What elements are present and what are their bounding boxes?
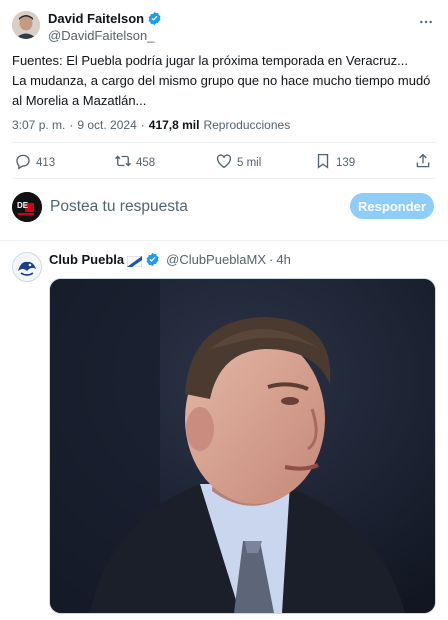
bookmark-button[interactable]: 139	[314, 152, 355, 173]
author-avatar[interactable]	[12, 11, 40, 39]
club-avatar[interactable]	[12, 252, 42, 282]
club-name[interactable]: Club Puebla	[49, 252, 124, 267]
bookmark-count: 139	[336, 156, 356, 169]
reply-input[interactable]: Postea tu respuesta	[50, 198, 330, 216]
tweet-time[interactable]: 3:07 p. m.	[12, 118, 65, 132]
retweet-button[interactable]: 458	[114, 152, 155, 173]
meta-separator: ·	[269, 252, 274, 267]
author-name[interactable]: David Faitelson	[48, 11, 144, 26]
tweet-meta: 3:07 p. m. · 9 oct. 2024 · 417,8 mil Rep…	[12, 118, 290, 132]
verified-badge-icon	[145, 252, 160, 267]
user-avatar[interactable]: DE	[12, 192, 42, 222]
tweet-media-gif[interactable]	[49, 278, 436, 614]
tweet-age[interactable]: 4h	[276, 252, 290, 267]
divider	[12, 178, 436, 179]
divider	[0, 240, 448, 241]
club-handle[interactable]: @ClubPueblaMX	[166, 252, 266, 267]
svg-text:DE: DE	[17, 201, 29, 210]
author-handle[interactable]: @DavidFaitelson_	[48, 28, 154, 43]
flag-icon	[126, 254, 143, 268]
tweet-text: Fuentes: El Puebla podría jugar la próxi…	[12, 53, 431, 108]
reply-count: 413	[36, 156, 56, 169]
meta-separator: ·	[140, 118, 145, 132]
share-icon	[414, 152, 432, 173]
like-count: 5 mil	[237, 156, 262, 169]
more-options-icon[interactable]	[418, 14, 434, 30]
reply-button[interactable]: 413	[14, 152, 55, 173]
retweet-count: 458	[136, 156, 156, 169]
bookmark-icon	[314, 152, 332, 173]
views-label: Reproducciones	[203, 118, 291, 132]
like-button[interactable]: 5 mil	[215, 152, 261, 173]
reply-icon	[14, 152, 32, 173]
gif-frame-illustration	[50, 279, 435, 613]
tweet-date[interactable]: 9 oct. 2024	[77, 118, 136, 132]
views-count: 417,8 mil	[148, 118, 200, 132]
share-button[interactable]	[414, 152, 432, 173]
retweet-icon	[114, 152, 132, 173]
like-icon	[215, 152, 233, 173]
divider	[12, 142, 436, 143]
reply-submit-button[interactable]: Responder	[350, 193, 434, 219]
verified-badge-icon	[147, 11, 162, 26]
meta-separator: ·	[69, 118, 74, 132]
